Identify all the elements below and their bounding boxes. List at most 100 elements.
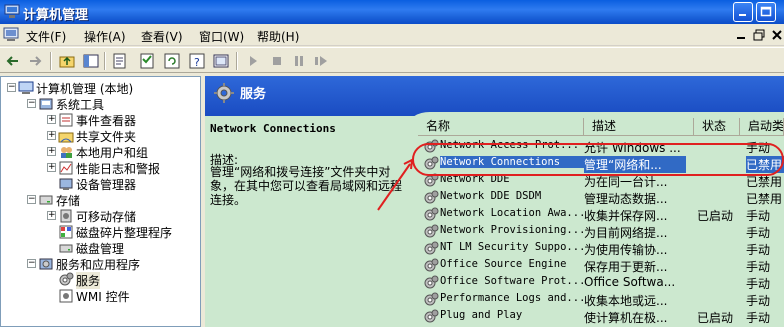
tree-item-label: 服务和应用程序 <box>56 258 141 272</box>
collapse-icon[interactable]: − <box>27 99 36 108</box>
service-row[interactable]: Plug and Play 使计算机在极... 已启动 手动 <box>418 308 784 325</box>
menu-file[interactable]: 文件(F) <box>26 28 66 45</box>
show-hide-tree-icon[interactable] <box>82 52 100 70</box>
tree-item[interactable]: WMI 控件 <box>1 288 200 304</box>
service-startup-type: 手动 <box>746 226 771 240</box>
menu-help[interactable]: 帮助(H) <box>257 28 299 45</box>
export-list-icon[interactable] <box>111 52 129 70</box>
event-viewer-icon <box>59 113 73 127</box>
menu-action[interactable]: 操作(A) <box>84 28 126 45</box>
tree-item-label: 磁盘管理 <box>76 242 125 256</box>
tree-item[interactable]: + 性能日志和警报 <box>1 160 200 176</box>
service-description: 为使用传输协... <box>584 243 668 257</box>
minimize-icon <box>739 14 746 16</box>
mdi-minimize-button[interactable] <box>734 28 748 42</box>
mmc-document-icon[interactable] <box>3 27 19 42</box>
minimize-icon <box>737 37 745 39</box>
console-tree[interactable]: − 计算机管理 (本地) − 系统工具 + 事件查看器 + 共享文件夹 + 本地用户和组 + 性能日志… <box>0 76 201 327</box>
computer-icon <box>18 81 34 94</box>
service-gear-icon <box>424 258 439 272</box>
service-row[interactable]: Network Location Awa... 收集并保存网... 已启动 手动 <box>418 206 784 223</box>
service-gear-icon <box>424 224 439 238</box>
service-row[interactable]: Network Provisioning... 为目前网络提... 手动 <box>418 223 784 240</box>
collapse-icon[interactable]: − <box>27 259 36 268</box>
expand-icon[interactable]: + <box>47 131 56 140</box>
collapse-icon[interactable]: − <box>7 83 16 92</box>
menu-view[interactable]: 查看(V) <box>141 28 183 45</box>
service-startup-type: 已禁用 <box>746 192 783 206</box>
refresh-icon[interactable] <box>163 52 181 70</box>
title-bar[interactable]: 计算机管理 <box>0 0 784 24</box>
expand-icon[interactable]: + <box>47 163 56 172</box>
service-startup-type: 手动 <box>746 209 771 223</box>
wmi-icon <box>59 289 73 303</box>
service-row[interactable]: NT LM Security Suppo... 为使用传输协... 手动 <box>418 240 784 257</box>
maximize-button[interactable] <box>756 2 776 22</box>
pause-service-icon[interactable] <box>290 52 308 70</box>
tree-item-label: 性能日志和警报 <box>76 162 161 176</box>
tree-item[interactable]: − 服务和应用程序 <box>1 256 200 272</box>
menu-bar: 文件(F) 操作(A) 查看(V) 窗口(W) 帮助(H) <box>0 24 784 46</box>
service-description: 收集本地或远... <box>584 294 668 308</box>
mdi-close-button[interactable] <box>770 28 784 42</box>
expand-icon[interactable]: + <box>47 211 56 220</box>
tree-item[interactable]: 磁盘碎片整理程序 <box>1 224 200 240</box>
tree-item-label: 本地用户和组 <box>76 146 149 160</box>
forward-arrow-icon[interactable] <box>26 52 44 70</box>
help-icon[interactable]: ? <box>188 52 206 70</box>
restart-service-icon[interactable] <box>312 52 330 70</box>
service-row[interactable]: Network DDE DSDM 管理动态数据... 已禁用 <box>418 189 784 206</box>
service-name: Network Location Awa... <box>440 207 586 219</box>
service-name: Network Provisioning... <box>440 224 586 236</box>
service-gear-icon <box>424 241 439 255</box>
tree-item[interactable]: 磁盘管理 <box>1 240 200 256</box>
column-header-status[interactable]: 状态 <box>694 118 740 136</box>
toolbar-separator <box>104 52 106 70</box>
back-arrow-icon[interactable] <box>4 52 22 70</box>
up-folder-icon[interactable] <box>58 52 76 70</box>
console-tree-icon[interactable] <box>212 52 230 70</box>
properties-icon[interactable] <box>138 52 156 70</box>
start-service-icon[interactable] <box>244 52 262 70</box>
tree-item-label: WMI 控件 <box>76 290 130 304</box>
toolbar-separator <box>50 52 52 70</box>
column-header-description[interactable]: 描述 <box>584 118 694 136</box>
service-startup-type: 手动 <box>746 277 771 291</box>
details-pane: 服务 Network Connections 描述: 管理“网络和拨号连接”文件… <box>205 76 784 327</box>
expand-icon[interactable]: + <box>47 147 56 156</box>
tree-item[interactable]: 设备管理器 <box>1 176 200 192</box>
expand-icon[interactable]: + <box>47 115 56 124</box>
service-gear-icon <box>424 275 439 289</box>
tree-item-label: 事件查看器 <box>76 114 137 128</box>
collapse-icon[interactable]: − <box>27 195 36 204</box>
performance-icon <box>59 161 73 175</box>
service-name: Network DDE DSDM <box>440 190 542 202</box>
toolbar: ? <box>0 47 784 73</box>
tree-item[interactable]: 服务 <box>1 272 200 289</box>
tree-item[interactable]: − 系统工具 <box>1 96 200 112</box>
column-header-name[interactable]: 名称 <box>418 118 584 136</box>
tree-item-label: 系统工具 <box>56 98 105 112</box>
service-status: 已启动 <box>697 209 734 223</box>
tree-item[interactable]: + 事件查看器 <box>1 112 200 128</box>
service-row[interactable]: Office Source Engine 保存用于更新... 手动 <box>418 257 784 274</box>
tree-item[interactable]: − 存储 <box>1 192 200 208</box>
service-row[interactable]: Performance Logs and... 收集本地或远... 手动 <box>418 291 784 308</box>
tree-item-label: 计算机管理 (本地) <box>36 82 134 96</box>
service-name: NT LM Security Suppo... <box>440 241 586 253</box>
close-icon <box>772 30 782 40</box>
stop-service-icon[interactable] <box>268 52 286 70</box>
minimize-button[interactable] <box>733 2 753 22</box>
tree-item[interactable]: + 可移动存储 <box>1 208 200 224</box>
tree-item[interactable]: + 共享文件夹 <box>1 128 200 144</box>
service-name: Office Source Engine <box>440 258 567 270</box>
service-row[interactable]: Office Software Prot... Office Softwa... 手… <box>418 274 784 291</box>
menu-window[interactable]: 窗口(W) <box>199 28 244 45</box>
tree-item[interactable]: − 计算机管理 (本地) <box>1 80 200 96</box>
service-description: 保存用于更新... <box>584 260 668 274</box>
column-header-startup-type[interactable]: 启动类 <box>740 118 784 136</box>
mdi-restore-button[interactable] <box>752 28 766 42</box>
tree-item[interactable]: + 本地用户和组 <box>1 144 200 160</box>
service-startup-type: 手动 <box>746 311 771 325</box>
restore-icon <box>753 29 765 41</box>
